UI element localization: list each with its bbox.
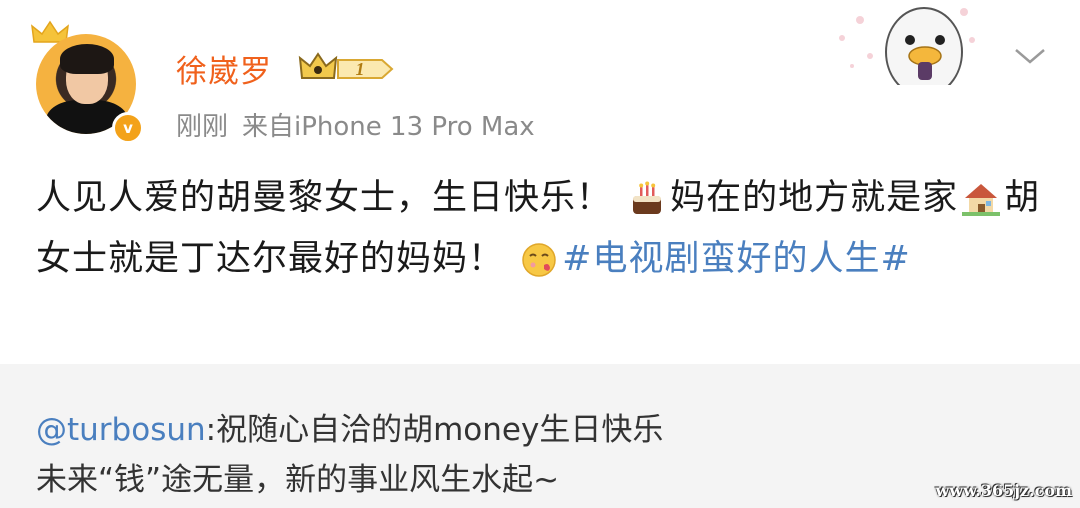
verified-badge-icon: v [112,112,144,144]
cake-icon [633,181,662,214]
level-number: 1 [356,59,365,79]
chevron-down-icon[interactable] [1012,44,1048,68]
repost-line-1: @turbosun:祝随心自洽的胡money生日快乐 [36,404,663,449]
avatar[interactable]: v [30,20,150,144]
watermark: www.365jz.com [935,481,1072,500]
kiss-face-icon [522,243,556,277]
post-content: 人见人爱的胡曼黎女士，生日快乐！ 妈在的地方就是家 胡女士就是丁达尔最好的妈妈！… [36,168,1046,290]
repost-section[interactable]: @turbosun:祝随心自洽的胡money生日快乐 未来“钱”途无量，新的事业… [0,364,1080,508]
mention-link[interactable]: @turbosun [36,412,206,448]
post-time: 刚刚 [176,112,229,142]
goose-decoration-icon [839,7,975,85]
repost-text-1: :祝随心自洽的胡money生日快乐 [205,412,664,448]
level-badge[interactable]: 1 [298,48,398,88]
repost-line-2: 未来“钱”途无量，新的事业风生水起~ [36,462,560,498]
post-source[interactable]: 来自iPhone 13 Pro Max [242,112,535,142]
post-text-part1: 人见人爱的胡曼黎女士，生日快乐！ [36,178,613,218]
hashtag-link[interactable]: #电视剧蛮好的人生# [562,239,911,279]
author-name[interactable]: 徐崴罗 [176,46,272,91]
post-text-part2: 妈在的地方就是家 [670,178,959,218]
post-meta: 刚刚 来自iPhone 13 Pro Max [176,106,549,143]
level-crown-icon: 1 [298,52,394,79]
house-icon [962,184,1001,216]
